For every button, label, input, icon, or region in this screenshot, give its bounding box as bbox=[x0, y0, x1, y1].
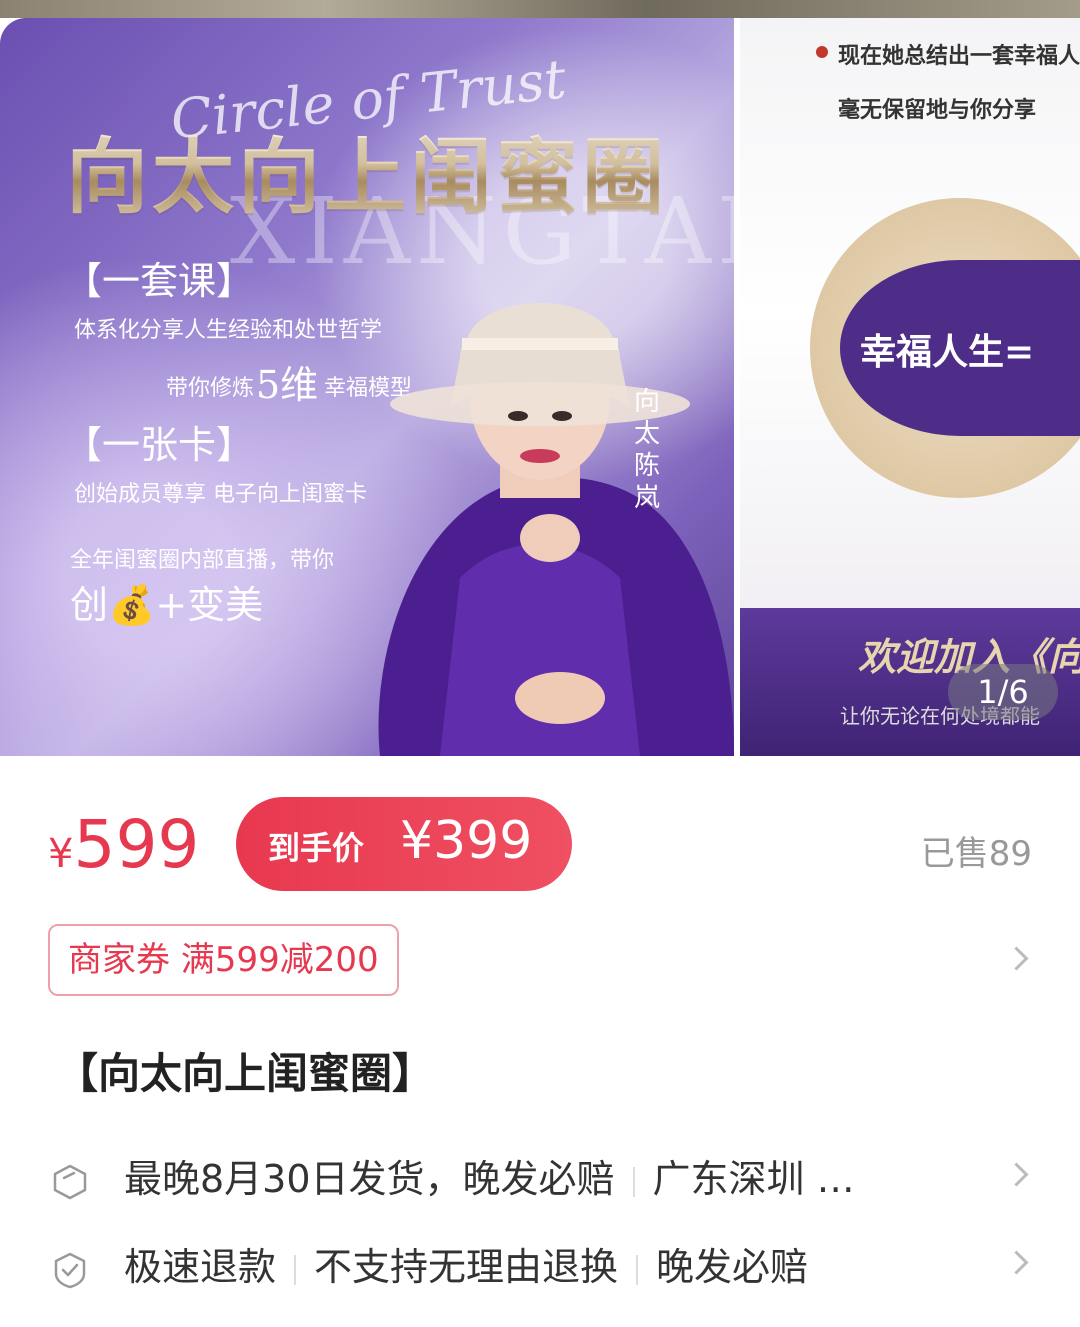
chevron-right-icon[interactable] bbox=[1004, 1162, 1029, 1187]
original-price: ¥599 bbox=[48, 806, 199, 883]
deal-price-label: 到手价 bbox=[268, 829, 365, 867]
person-illustration bbox=[378, 303, 734, 756]
product-image-carousel[interactable]: Circle of Trust XIANGTAI 向太向上闺蜜圈 【一套课】 体… bbox=[0, 18, 1080, 756]
shipping-row[interactable]: 最晚8月30日发货，晚发必赔 广东深圳 … bbox=[50, 1148, 855, 1203]
section2-title: 【一张卡】 bbox=[64, 423, 255, 467]
next-slide-line1: 现在她总结出一套幸福人 bbox=[838, 44, 1080, 69]
service-item: 晚发必赔 bbox=[656, 1245, 809, 1289]
circle-text: 幸福人生= bbox=[860, 331, 1035, 373]
separator bbox=[636, 1254, 639, 1285]
currency-symbol: ¥ bbox=[48, 831, 74, 877]
section1-line1: 体系化分享人生经验和处世哲学 bbox=[74, 318, 383, 343]
deal-price-value: ¥399 bbox=[400, 811, 533, 871]
slide-title: 向太向上闺蜜圈 bbox=[66, 110, 668, 229]
shipping-location: 广东深圳 … bbox=[652, 1157, 855, 1201]
section1-line2-pre: 带你修炼 bbox=[166, 376, 255, 401]
product-title: 【向太向上闺蜜圈】 bbox=[56, 1049, 435, 1098]
carousel-page-indicator: 1/6 bbox=[948, 664, 1058, 720]
section1-title: 【一套课】 bbox=[64, 259, 255, 303]
separator bbox=[632, 1166, 635, 1197]
carousel-slide-main[interactable]: Circle of Trust XIANGTAI 向太向上闺蜜圈 【一套课】 体… bbox=[0, 18, 734, 756]
sold-count: 已售89 bbox=[920, 834, 1032, 874]
chevron-right-icon[interactable] bbox=[1004, 1250, 1029, 1275]
shipping-box-icon bbox=[53, 1164, 87, 1199]
section2-line: 创始成员尊享 电子向上闺蜜卡 bbox=[74, 482, 367, 507]
section3-line: 全年闺蜜圈内部直播，带你 bbox=[70, 548, 335, 573]
carousel-slide-next[interactable]: 现在她总结出一套幸福人 毫无保留地与你分享 幸福人生= 欢迎加入《向 让你无论在… bbox=[740, 18, 1080, 756]
bullet-dot bbox=[816, 46, 828, 58]
chevron-right-icon[interactable] bbox=[1004, 946, 1029, 971]
vertical-name: 向太陈岚 bbox=[634, 387, 661, 513]
shipping-text: 最晚8月30日发货，晚发必赔 bbox=[124, 1157, 615, 1201]
price-value: 599 bbox=[73, 806, 200, 883]
shield-check-icon bbox=[54, 1252, 86, 1288]
section1-line2-big: 5维 bbox=[256, 363, 319, 407]
deal-price-pill: 到手价 ¥399 bbox=[236, 797, 572, 891]
next-slide-line2: 毫无保留地与你分享 bbox=[838, 98, 1037, 123]
separator bbox=[294, 1254, 297, 1285]
service-item: 不支持无理由退换 bbox=[314, 1245, 619, 1289]
service-item: 极速退款 bbox=[124, 1245, 277, 1289]
coupon-badge[interactable]: 商家券 满599减200 bbox=[48, 924, 399, 996]
service-row[interactable]: 极速退款 不支持无理由退换 晚发必赔 bbox=[50, 1236, 808, 1291]
section3-big: 创💰+变美 bbox=[70, 583, 264, 627]
